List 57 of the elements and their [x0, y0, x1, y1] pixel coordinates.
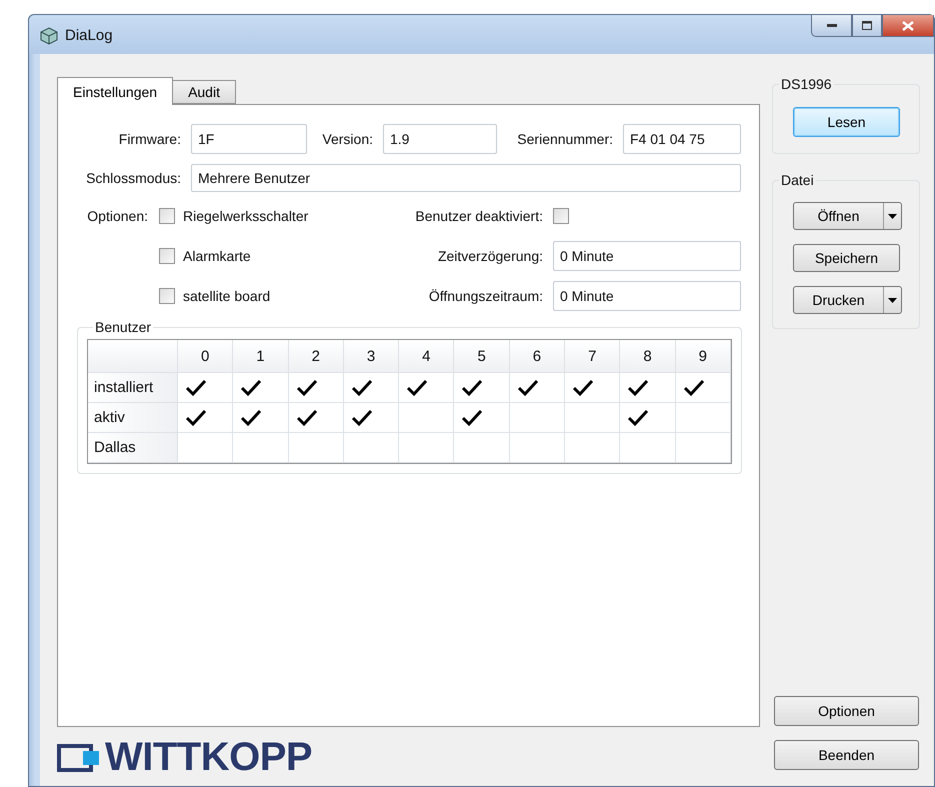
serial-number-label: Seriennummer:: [516, 131, 613, 147]
exit-button[interactable]: Beenden: [774, 740, 919, 770]
read-button[interactable]: Lesen: [793, 107, 900, 137]
caret-icon: [888, 214, 897, 218]
serial-number-field[interactable]: F4 01 04 75: [623, 124, 741, 154]
group-title: Benutzer: [94, 319, 152, 335]
checkbox[interactable]: [159, 208, 175, 224]
window-title: DiaLog: [65, 27, 113, 44]
maximize-button[interactable]: [852, 15, 882, 37]
group-title: DS1996: [780, 76, 833, 92]
cube-icon: [39, 26, 59, 46]
checkbox[interactable]: [159, 248, 175, 264]
checkbox[interactable]: [553, 208, 569, 224]
tab[interactable]: Einstellungen: [57, 77, 174, 105]
option-label: Riegelwerksschalter: [183, 208, 308, 224]
tab[interactable]: Audit: [172, 80, 236, 104]
column-header: 1: [233, 340, 289, 373]
time-delay-field[interactable]: 0 Minute: [553, 241, 741, 271]
column-header: 6: [510, 340, 566, 373]
user-disabled-label: Benutzer deaktiviert:: [414, 208, 543, 224]
close-button[interactable]: [882, 15, 934, 37]
options-button[interactable]: Optionen: [774, 696, 919, 726]
version-field[interactable]: 1.9: [383, 124, 497, 154]
minimize-button[interactable]: [811, 15, 852, 37]
maximize-icon: [862, 21, 872, 30]
lock-mode-label: Schlossmodus:: [85, 170, 181, 186]
column-header: 0: [178, 340, 234, 373]
firmware-label: Firmware:: [118, 131, 181, 147]
logo-text: WITTKOPP: [105, 735, 312, 780]
column-header: 9: [676, 340, 731, 373]
column-header: 5: [454, 340, 510, 373]
row-header: installiert: [88, 373, 178, 403]
logo-icon: [57, 742, 101, 772]
options-label: Optionen:: [86, 208, 148, 224]
minimize-icon: [826, 24, 836, 28]
row-header: aktiv: [88, 403, 178, 433]
time-delay-label: Zeitverzögerung:: [436, 248, 543, 264]
close-icon: [902, 20, 914, 30]
save-button[interactable]: Speichern: [793, 244, 900, 272]
column-header: 8: [620, 340, 676, 373]
column-header: 2: [288, 340, 344, 373]
group-title: Datei: [780, 172, 815, 188]
firmware-field[interactable]: 1F: [191, 124, 307, 154]
checkbox[interactable]: [159, 288, 175, 304]
version-label: Version:: [321, 131, 373, 147]
caret-icon: [888, 298, 897, 302]
opening-period-field[interactable]: 0 Minute: [553, 281, 741, 311]
open-button[interactable]: Öffnen: [794, 203, 884, 229]
column-header: 7: [565, 340, 620, 373]
option-label: Alarmkarte: [183, 248, 251, 264]
column-header: 4: [399, 340, 454, 373]
option-label: satellite board: [183, 288, 270, 304]
lock-mode-field[interactable]: Mehrere Benutzer: [191, 164, 741, 192]
row-header: Dallas: [88, 433, 178, 463]
opening-period-label: Öffnungszeitraum:: [428, 288, 543, 304]
print-button[interactable]: Drucken: [794, 287, 884, 313]
column-header: 3: [344, 340, 400, 373]
